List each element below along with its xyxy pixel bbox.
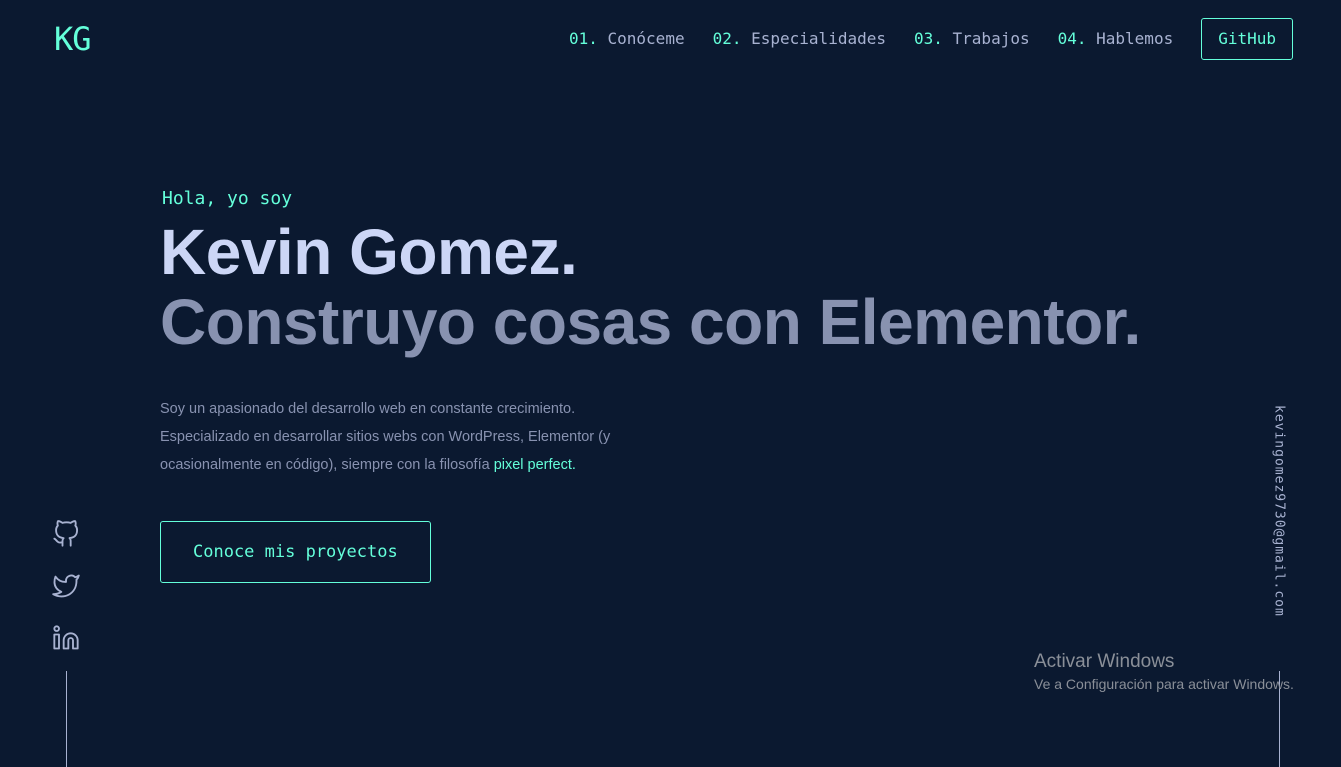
watermark-subtitle: Ve a Configuración para activar Windows. [1034, 676, 1294, 692]
main-nav: 01. Conóceme 02. Especialidades 03. Trab… [541, 18, 1293, 60]
projects-button[interactable]: Conoce mis proyectos [160, 521, 431, 583]
nav-item-number: 03. [913, 29, 943, 48]
social-links [52, 520, 80, 676]
bio-line: Especializado en desarrollar sitios webs… [160, 429, 611, 445]
nav-item-number: 02. [712, 29, 742, 48]
hero-bio: Soy un apasionado del desarrollo web en … [160, 395, 650, 479]
hero-name: Kevin Gomez. [160, 216, 578, 288]
hero-intro: Hola, yo soy [162, 188, 293, 209]
github-icon[interactable] [52, 520, 80, 548]
nav-item-especialidades[interactable]: 02. Especialidades [713, 18, 886, 60]
left-vertical-line [66, 671, 67, 767]
nav-item-hablemos[interactable]: 04. Hablemos [1058, 18, 1174, 60]
watermark-title: Activar Windows [1034, 651, 1175, 672]
email-link[interactable]: kevingomez9730@gmail.com [1272, 405, 1287, 617]
nav-item-label: Hablemos [1096, 29, 1174, 48]
nav-item-label: Especialidades [751, 29, 886, 48]
hero-section: Hola, yo soy Kevin Gomez. Construyo cosa… [160, 188, 1141, 583]
linkedin-icon[interactable] [52, 624, 80, 652]
nav-item-label: Trabajos [952, 29, 1030, 48]
github-button[interactable]: GitHub [1201, 18, 1293, 60]
nav-item-conoceme[interactable]: 01. Conóceme [569, 18, 685, 60]
nav-item-trabajos[interactable]: 03. Trabajos [914, 18, 1030, 60]
site-logo[interactable]: KG [54, 20, 92, 58]
nav-item-number: 04. [1057, 29, 1087, 48]
bio-line: Soy un apasionado del desarrollo web en … [160, 401, 576, 417]
windows-activation-watermark: Activar Windows Ve a Configuración para … [1034, 650, 1294, 694]
nav-item-label: Conóceme [607, 29, 685, 48]
nav-item-number: 01. [568, 29, 598, 48]
twitter-icon[interactable] [52, 572, 80, 600]
hero-tagline: Construyo cosas con Elementor. [160, 286, 1141, 358]
bio-line: ocasionalmente en código), siempre con l… [160, 457, 490, 473]
bio-accent-text: pixel perfect. [493, 457, 576, 473]
